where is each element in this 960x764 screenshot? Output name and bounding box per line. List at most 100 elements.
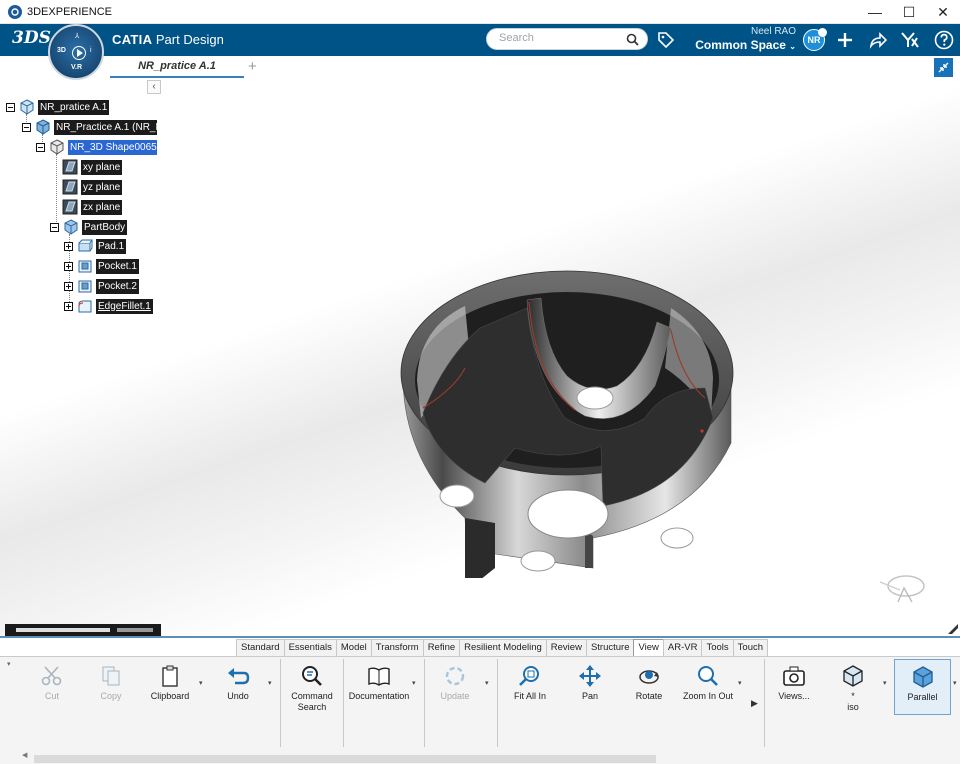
collapse-node-icon[interactable] bbox=[50, 222, 59, 232]
cut-button[interactable]: Cut bbox=[22, 659, 82, 719]
section-tab-model[interactable]: Model bbox=[335, 639, 372, 656]
section-tab-touch[interactable]: Touch bbox=[732, 639, 769, 656]
tree-node-partbody[interactable]: PartBody bbox=[50, 219, 128, 235]
minimize-button[interactable]: — bbox=[858, 0, 892, 24]
compass-apps-icon[interactable] bbox=[900, 30, 920, 50]
clipboard-button[interactable]: Clipboard bbox=[140, 659, 200, 719]
tree-node-zx-plane[interactable]: zx plane bbox=[62, 199, 123, 215]
expand-node-icon[interactable] bbox=[64, 301, 73, 311]
scrollbar-track-segment bbox=[117, 628, 153, 632]
collapse-node-icon[interactable] bbox=[6, 102, 15, 112]
tree-node-xy-plane[interactable]: xy plane bbox=[62, 159, 123, 175]
expand-node-icon[interactable] bbox=[64, 281, 73, 291]
tree-label[interactable]: NR_Practice A.1 (NR_Practice A.1) bbox=[54, 119, 157, 135]
scroll-right-icon[interactable]: ▶ bbox=[751, 698, 758, 709]
tree-node-pocket-2[interactable]: Pocket.2 bbox=[64, 278, 139, 294]
play-icon[interactable] bbox=[72, 46, 86, 60]
collaborative-space[interactable]: Common Space ⌄ bbox=[694, 38, 796, 52]
3d-viewport[interactable]: ‹ NR_pratice A.1 NR_Practice A.1 (NR_Pra… bbox=[0, 78, 960, 638]
collapse-node-icon[interactable] bbox=[22, 122, 31, 132]
tree-node-shape[interactable]: NR_3D Shape00658 bbox=[36, 139, 157, 155]
tree-node-pad[interactable]: Pad.1 bbox=[64, 238, 127, 254]
iso-view-button[interactable]: * iso bbox=[823, 659, 883, 719]
undo-button[interactable]: Undo bbox=[208, 659, 268, 719]
tree-label[interactable]: Pocket.2 bbox=[96, 278, 139, 294]
scrollbar-thumb[interactable] bbox=[16, 628, 110, 632]
section-tab-resilient-modeling[interactable]: Resilient Modeling bbox=[459, 639, 547, 656]
share-icon[interactable] bbox=[868, 30, 888, 50]
command-search-label: Command Search bbox=[291, 691, 333, 712]
search-icon[interactable] bbox=[626, 33, 639, 49]
collapse-node-icon[interactable] bbox=[36, 142, 45, 152]
tree-node-pocket-1[interactable]: Pocket.1 bbox=[64, 258, 139, 274]
rotate-button[interactable]: Rotate bbox=[619, 659, 679, 719]
user-info[interactable]: Neel RAO Common Space ⌄ bbox=[694, 26, 796, 52]
tag-icon[interactable] bbox=[656, 30, 676, 53]
search-input[interactable] bbox=[499, 32, 619, 44]
chevron-down-icon[interactable]: ▾ bbox=[7, 660, 11, 668]
section-tab-ar-vr[interactable]: AR-VR bbox=[662, 639, 703, 656]
pocket-icon bbox=[78, 260, 92, 273]
section-tab-tools[interactable]: Tools bbox=[701, 639, 734, 656]
tool-separator bbox=[343, 659, 344, 747]
shape-icon bbox=[50, 139, 64, 155]
tree-label[interactable]: Pocket.1 bbox=[96, 258, 139, 274]
section-tab-review[interactable]: Review bbox=[545, 639, 587, 656]
help-icon[interactable] bbox=[934, 30, 954, 50]
add-tab-button[interactable]: + bbox=[248, 58, 257, 75]
command-search-button[interactable]: Command Search bbox=[282, 659, 342, 719]
avatar[interactable]: NR bbox=[803, 28, 827, 51]
tree-label[interactable]: NR_pratice A.1 bbox=[38, 99, 110, 115]
tree-collapse-button[interactable]: ‹ bbox=[147, 80, 161, 94]
tree-node-part[interactable]: NR_Practice A.1 (NR_Practice A.1) bbox=[22, 119, 157, 135]
parallel-button[interactable]: Parallel bbox=[894, 659, 951, 715]
scroll-left-icon[interactable]: ◀ bbox=[22, 751, 27, 759]
3d-compass[interactable]: ⅄ 3D i V.R bbox=[48, 24, 104, 80]
tree-label-selected[interactable]: NR_3D Shape00658 bbox=[68, 139, 157, 155]
zoom-in-out-button[interactable]: Zoom In Out bbox=[678, 659, 738, 719]
update-dropdown-icon[interactable]: ▾ bbox=[485, 679, 489, 687]
tree-label[interactable]: zx plane bbox=[81, 199, 123, 215]
compass-3d-label: 3D bbox=[57, 47, 66, 54]
zoom-dropdown-icon[interactable]: ▾ bbox=[738, 679, 742, 687]
documentation-dropdown-icon[interactable]: ▾ bbox=[412, 679, 416, 687]
section-tab-view[interactable]: View bbox=[633, 639, 664, 656]
close-button[interactable]: ✕ bbox=[926, 0, 960, 24]
tree-node-edgefillet[interactable]: EdgeFillet.1 bbox=[64, 298, 153, 314]
update-button[interactable]: Update bbox=[425, 659, 485, 719]
tree-label[interactable]: xy plane bbox=[81, 159, 123, 175]
clipboard-dropdown-icon[interactable]: ▾ bbox=[199, 679, 203, 687]
expand-node-icon[interactable] bbox=[64, 261, 73, 271]
parallel-dropdown-icon[interactable]: ▾ bbox=[953, 679, 957, 687]
section-tab-refine[interactable]: Refine bbox=[422, 639, 461, 656]
copy-button[interactable]: Copy bbox=[81, 659, 141, 719]
section-tab-essentials[interactable]: Essentials bbox=[283, 639, 337, 656]
views-button[interactable]: Views... bbox=[764, 659, 824, 719]
iso-dropdown-icon[interactable]: ▾ bbox=[883, 679, 887, 687]
tab-document[interactable]: NR_pratice A.1 bbox=[110, 56, 244, 78]
tree-node-root[interactable]: NR_pratice A.1 bbox=[6, 99, 110, 115]
undo-dropdown-icon[interactable]: ▾ bbox=[268, 679, 272, 687]
pan-button[interactable]: Pan bbox=[560, 659, 620, 719]
tree-node-yz-plane[interactable]: yz plane bbox=[62, 179, 123, 195]
tree-scrollbar[interactable] bbox=[5, 624, 161, 636]
tree-label[interactable]: EdgeFillet.1 bbox=[96, 298, 153, 314]
view-orientation-icon[interactable] bbox=[878, 572, 930, 608]
tree-label[interactable]: yz plane bbox=[81, 179, 123, 195]
dassault-logo: 3DS bbox=[12, 28, 51, 48]
plus-icon[interactable] bbox=[835, 30, 855, 50]
section-tab-structure[interactable]: Structure bbox=[585, 639, 635, 656]
tree-label[interactable]: PartBody bbox=[82, 219, 128, 235]
expand-node-icon[interactable] bbox=[64, 241, 73, 251]
tree-label[interactable]: Pad.1 bbox=[96, 238, 127, 254]
section-tab-transform[interactable]: Transform bbox=[370, 639, 424, 656]
documentation-button[interactable]: Documentation bbox=[348, 659, 410, 719]
maximize-button[interactable]: ☐ bbox=[892, 0, 926, 24]
search-box[interactable] bbox=[486, 28, 648, 50]
rotate-icon bbox=[636, 663, 662, 689]
3d-part-model[interactable] bbox=[395, 268, 741, 578]
section-tab-standard[interactable]: Standard bbox=[236, 639, 285, 656]
restore-view-icon[interactable] bbox=[934, 58, 953, 77]
action-bar-scrollbar[interactable] bbox=[34, 755, 656, 763]
fit-all-in-button[interactable]: Fit All In bbox=[500, 659, 560, 719]
